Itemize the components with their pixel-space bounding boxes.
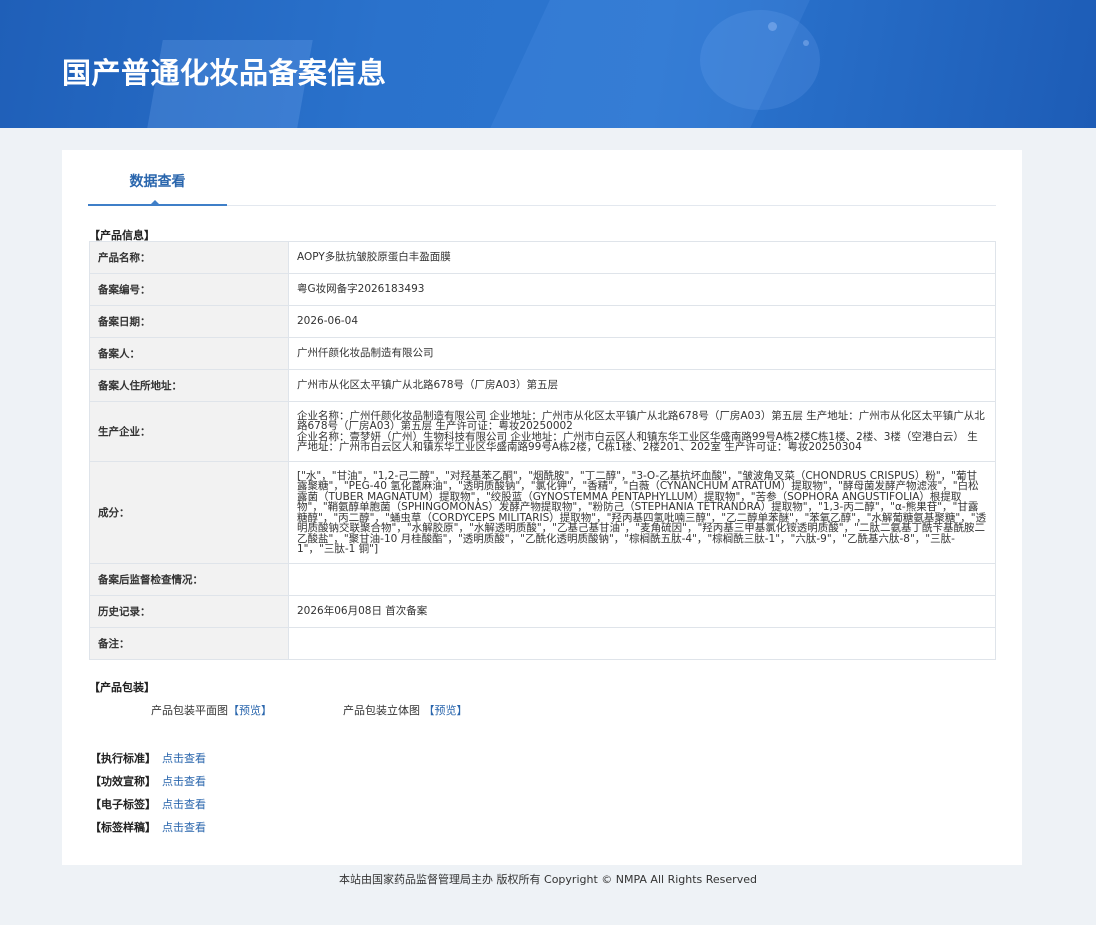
row-key: 备案日期： [89,305,289,338]
row-value: 粤G妆网备字2026183493 [288,273,996,306]
row-key: 备案后监督检查情况： [89,563,289,596]
row-value: 2026年06月08日 首次备案 [288,595,996,628]
tab-data-view[interactable]: 数据查看 [88,170,227,206]
table-row: 成分： ["水"，"甘油"，"1,2-己二醇"，"对羟基苯乙酮"，"烟酰胺"，"… [89,461,996,564]
page-title: 国产普通化妆品备案信息 [62,56,387,90]
row-value: AOPY多肽抗皱胶原蛋白丰盈面膜 [288,241,996,274]
link-row-label: 【执行标准】 [90,752,156,765]
package-solid-item: 产品包装立体图 【预览】 [343,702,468,718]
banner-decoration [768,22,777,31]
tab-label: 数据查看 [129,174,186,190]
link-row-e-label: 【电子标签】 点击查看 [90,796,206,812]
row-value: 企业名称：广州仟颜化妆品制造有限公司 企业地址：广州市从化区太平镇广从北路678… [288,401,996,462]
table-row: 备案日期： 2026-06-04 [89,305,996,338]
row-value: ["水"，"甘油"，"1,2-己二醇"，"对羟基苯乙酮"，"烟酰胺"，"丁二醇"… [288,461,996,564]
table-row: 生产企业： 企业名称：广州仟颜化妆品制造有限公司 企业地址：广州市从化区太平镇广… [89,401,996,462]
row-key: 产品名称： [89,241,289,274]
table-row: 备案后监督检查情况： [89,563,996,596]
row-key: 成分： [89,461,289,564]
row-value: 广州仟颜化妆品制造有限公司 [288,337,996,370]
banner-decoration [803,40,809,46]
link-row-label: 【电子标签】 [90,798,156,811]
package-solid-preview-link[interactable]: 【预览】 [424,704,468,717]
table-row: 备案人： 广州仟颜化妆品制造有限公司 [89,337,996,370]
package-flat-item: 产品包装平面图【预览】 [151,702,272,718]
banner-decoration [700,10,820,110]
product-info-table: 产品名称： AOPY多肽抗皱胶原蛋白丰盈面膜 备案编号： 粤G妆网备字20261… [89,241,996,660]
footer-copyright: 本站由国家药品监督管理局主办 版权所有 Copyright © NMPA All… [339,873,757,886]
row-key: 备案人住所地址： [89,369,289,402]
link-row-label-sample: 【标签样稿】 点击查看 [90,819,206,835]
table-row: 产品名称： AOPY多肽抗皱胶原蛋白丰盈面膜 [89,241,996,274]
detail-card: 数据查看 【产品信息】 产品名称： AOPY多肽抗皱胶原蛋白丰盈面膜 备案编号：… [62,150,1022,865]
row-value [288,563,996,596]
row-value: 广州市从化区太平镇广从北路678号（厂房A03）第五层 [288,369,996,402]
section-title-package: 【产品包装】 [89,681,155,694]
link-row-standard: 【执行标准】 点击查看 [90,750,206,766]
row-value [288,627,996,660]
tab-bar: 数据查看 [88,170,996,206]
efficacy-view-link[interactable]: 点击查看 [162,775,206,788]
page-banner: 国产普通化妆品备案信息 [0,0,1096,128]
package-flat-label: 产品包装平面图 [151,704,228,717]
row-key: 生产企业： [89,401,289,462]
tab-active-caret-icon [150,200,160,205]
table-row: 备案编号： 粤G妆网备字2026183493 [89,273,996,306]
row-key: 备注： [89,627,289,660]
row-key: 历史记录： [89,595,289,628]
standard-view-link[interactable]: 点击查看 [162,752,206,765]
link-row-efficacy: 【功效宣称】 点击查看 [90,773,206,789]
table-row: 备案人住所地址： 广州市从化区太平镇广从北路678号（厂房A03）第五层 [89,369,996,402]
row-value: 2026-06-04 [288,305,996,338]
row-key: 备案人： [89,337,289,370]
table-row: 备注： [89,627,996,660]
link-row-label: 【标签样稿】 [90,821,156,834]
e-label-view-link[interactable]: 点击查看 [162,798,206,811]
row-key: 备案编号： [89,273,289,306]
package-solid-label: 产品包装立体图 [343,704,420,717]
label-sample-view-link[interactable]: 点击查看 [162,821,206,834]
table-row: 历史记录： 2026年06月08日 首次备案 [89,595,996,628]
link-row-label: 【功效宣称】 [90,775,156,788]
package-flat-preview-link[interactable]: 【预览】 [228,704,272,717]
